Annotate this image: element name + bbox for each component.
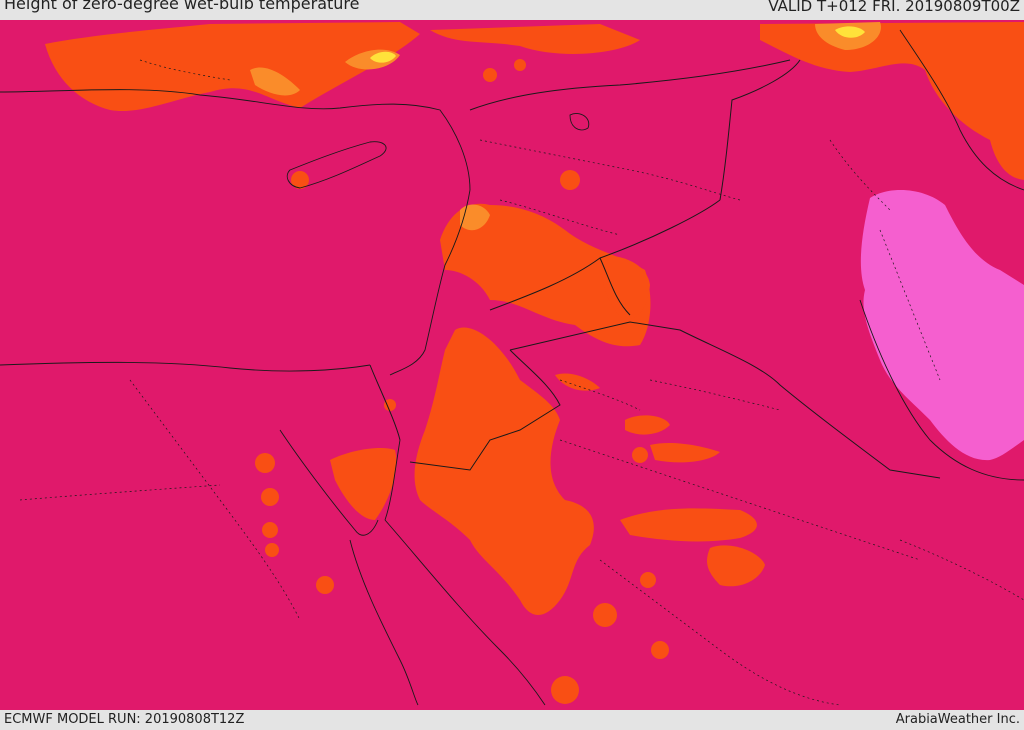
spot-11 — [632, 447, 648, 463]
spot-12 — [640, 572, 656, 588]
spot-10 — [560, 170, 580, 190]
model-run: ECMWF MODEL RUN: 20190808T12Z — [4, 712, 245, 727]
spot-1 — [255, 453, 275, 473]
map-title: Height of zero-degree wet-bulb temperatu… — [4, 0, 360, 13]
base-layer — [0, 20, 1024, 710]
spot-6 — [593, 603, 617, 627]
spot-14 — [514, 59, 526, 71]
valid-time: VALID T+012 FRI. 20190809T00Z — [768, 0, 1020, 15]
spot-2 — [261, 488, 279, 506]
spot-3 — [262, 522, 278, 538]
spot-4 — [265, 543, 279, 557]
map-header: Height of zero-degree wet-bulb temperatu… — [0, 0, 1024, 20]
spot-13 — [483, 68, 497, 82]
map-frame: Height of zero-degree wet-bulb temperatu… — [0, 0, 1024, 730]
spot-8 — [551, 676, 579, 704]
spot-5 — [316, 576, 334, 594]
spot-7 — [651, 641, 669, 659]
map-footer: ECMWF MODEL RUN: 20190808T12Z ArabiaWeat… — [0, 710, 1024, 730]
weather-map — [0, 20, 1024, 710]
credit: ArabiaWeather Inc. — [895, 712, 1020, 727]
